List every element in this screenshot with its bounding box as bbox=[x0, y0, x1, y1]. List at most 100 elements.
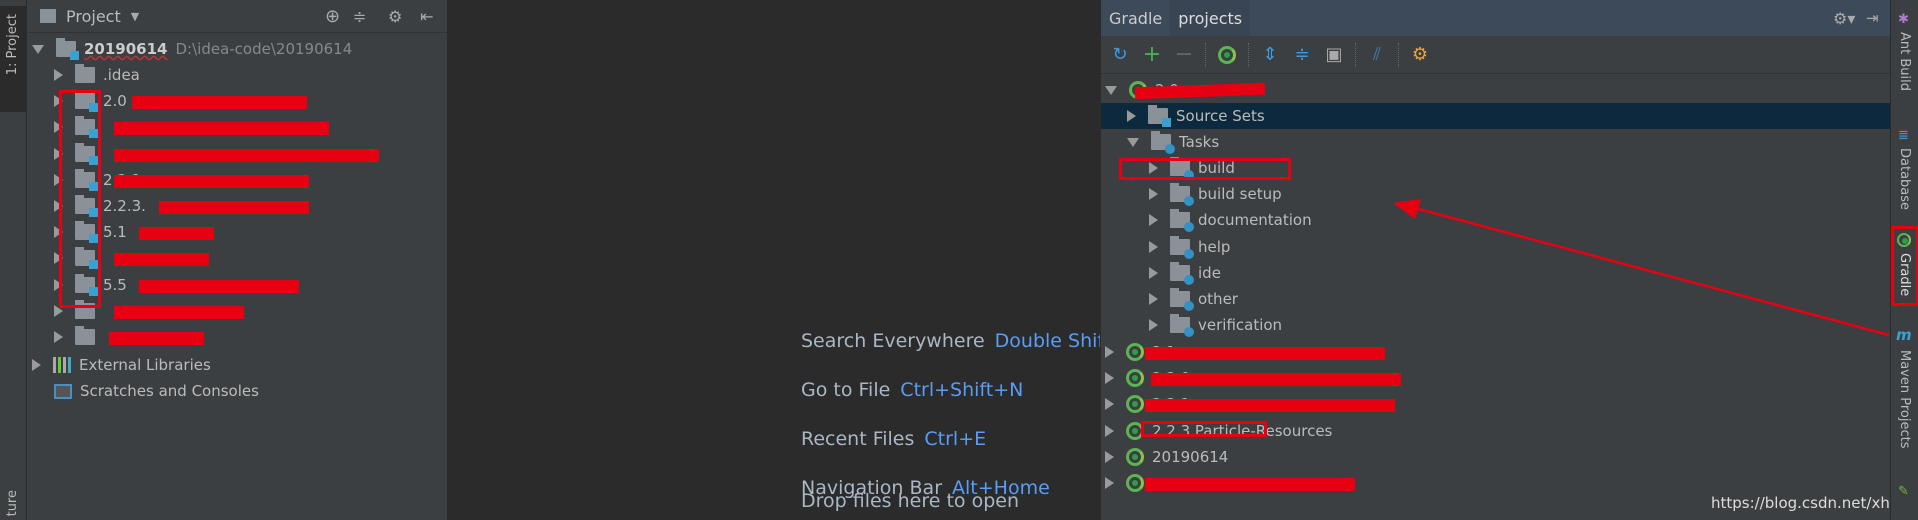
expand-arrow-icon[interactable] bbox=[1149, 240, 1158, 253]
tasks-item[interactable]: Tasks bbox=[1127, 129, 1219, 155]
database-icon: ≣ bbox=[1898, 128, 1909, 143]
execute-gradle-task-icon[interactable] bbox=[1216, 44, 1238, 66]
hint-key: Double Shift bbox=[994, 330, 1112, 352]
project-view-title[interactable]: Project bbox=[66, 7, 121, 26]
gradle-icon bbox=[1126, 447, 1144, 466]
hide-panel-icon[interactable]: ⇤ bbox=[420, 7, 433, 26]
expand-arrow-icon[interactable] bbox=[32, 359, 41, 371]
expand-arrow-icon[interactable] bbox=[1127, 137, 1139, 147]
tasks-folder-icon bbox=[1151, 131, 1175, 154]
task-group-build-setup[interactable]: build setup bbox=[1149, 181, 1282, 207]
item-label: 2.0 bbox=[103, 92, 127, 111]
item-label: 5.5 bbox=[103, 275, 127, 294]
collapse-all-icon[interactable]: ≑ bbox=[1291, 44, 1313, 66]
redaction-mark bbox=[114, 174, 309, 188]
expand-arrow-icon[interactable] bbox=[1105, 477, 1114, 489]
expand-arrow-icon[interactable] bbox=[1149, 319, 1158, 332]
redaction-box bbox=[1141, 420, 1267, 437]
expand-arrow-icon[interactable] bbox=[1127, 110, 1136, 122]
task-group-other[interactable]: other bbox=[1149, 286, 1238, 312]
expand-arrow-icon[interactable] bbox=[1105, 398, 1114, 411]
ant-icon: ✱ bbox=[1898, 12, 1909, 27]
expand-arrow-icon[interactable] bbox=[32, 44, 44, 54]
expand-arrow-icon[interactable] bbox=[1149, 266, 1158, 279]
gear-icon[interactable]: ⚙ bbox=[388, 7, 402, 26]
hint-key: Ctrl+E bbox=[924, 428, 987, 450]
tree-root[interactable]: 20190614 D:\idea-code\20190614 bbox=[32, 36, 352, 62]
task-group-label: help bbox=[1198, 237, 1231, 256]
collapse-all-icon[interactable]: ≑ bbox=[353, 7, 366, 26]
gradle-icon bbox=[1126, 343, 1144, 361]
root-name: 20190614 bbox=[84, 40, 168, 58]
redaction-mark bbox=[1145, 347, 1385, 360]
expand-arrow-icon[interactable] bbox=[1105, 450, 1114, 463]
redaction-mark bbox=[139, 279, 299, 293]
gear-icon[interactable]: ⚙▾ bbox=[1833, 9, 1855, 28]
maven-projects-tab[interactable]: Maven Projects bbox=[1897, 350, 1912, 449]
gradle-settings-icon[interactable]: ⚙ bbox=[1409, 44, 1431, 66]
watermark: https://blog.csdn.net/xhangs bbox=[1711, 494, 1918, 512]
redaction-mark bbox=[1145, 399, 1395, 413]
task-folder-icon bbox=[1170, 183, 1194, 207]
project-panel: Project ▼ ⊕ ≑ ⚙ ⇤ 20190614 D:\idea-code\… bbox=[28, 0, 447, 520]
tab-projects[interactable]: projects bbox=[1170, 0, 1251, 36]
project-view-icon bbox=[40, 9, 56, 23]
expand-arrow-icon[interactable] bbox=[1149, 188, 1158, 201]
source-sets-label: Source Sets bbox=[1176, 107, 1265, 125]
right-tool-stripe: ✱ Ant Build ≣ Database Gradle m Maven Pr… bbox=[1890, 0, 1918, 520]
task-folder-icon bbox=[1170, 288, 1194, 311]
expand-arrow-icon[interactable] bbox=[1149, 293, 1158, 305]
drop-files-hint: Drop files here to open bbox=[801, 490, 1020, 512]
expand-all-icon[interactable]: ⇕ bbox=[1259, 44, 1281, 66]
hide-panel-icon[interactable]: ⇥ bbox=[1866, 9, 1879, 27]
redaction-mark bbox=[132, 96, 307, 110]
gradle-tab[interactable]: Gradle bbox=[1891, 226, 1918, 306]
database-tab[interactable]: Database bbox=[1897, 148, 1912, 210]
expand-arrow-icon[interactable] bbox=[1105, 85, 1117, 95]
add-icon[interactable]: + bbox=[1141, 42, 1163, 67]
external-libraries-item[interactable]: External Libraries bbox=[32, 352, 211, 378]
project-tree-item[interactable]: .idea bbox=[54, 62, 140, 88]
chevron-down-icon[interactable]: ▼ bbox=[131, 10, 139, 23]
jrebel-icon: ✎ bbox=[1898, 484, 1909, 499]
gradle-icon bbox=[1126, 474, 1144, 492]
scratches-icon bbox=[54, 383, 72, 399]
hint-action: Go to File bbox=[801, 379, 891, 401]
expand-arrow-icon[interactable] bbox=[1105, 372, 1114, 385]
structure-tab-label[interactable]: ture bbox=[5, 490, 20, 516]
expand-arrow-icon[interactable] bbox=[1105, 424, 1114, 437]
task-folder-icon bbox=[1170, 209, 1194, 233]
task-group-documentation[interactable]: documentation bbox=[1149, 207, 1312, 233]
scratches-label: Scratches and Consoles bbox=[80, 382, 259, 400]
gradle-project[interactable]: 20190614 bbox=[1105, 444, 1228, 470]
task-folder-icon bbox=[1170, 314, 1194, 338]
expand-arrow-icon[interactable] bbox=[1149, 214, 1158, 227]
gradle-panel: Gradle projects ⚙▾ ⇥ ↻ + − ⇕ ≑ ▣ ⫽ ⚙ 2.0… bbox=[1100, 0, 1918, 520]
source-sets-item[interactable]: Source Sets bbox=[1127, 103, 1265, 129]
annotation-arrow bbox=[1393, 199, 1890, 337]
task-group-help[interactable]: help bbox=[1149, 234, 1230, 260]
remove-icon[interactable]: − bbox=[1173, 42, 1195, 67]
expand-arrow-icon[interactable] bbox=[54, 69, 63, 81]
expand-arrow-icon[interactable] bbox=[1105, 346, 1114, 358]
scratches-item[interactable]: Scratches and Consoles bbox=[54, 378, 259, 404]
refresh-icon[interactable]: ↻ bbox=[1109, 44, 1131, 66]
folder-icon bbox=[1148, 105, 1171, 127]
task-group-ide[interactable]: ide bbox=[1149, 260, 1221, 286]
ant-build-tab[interactable]: Ant Build bbox=[1897, 32, 1912, 91]
locate-icon[interactable]: ⊕ bbox=[325, 6, 340, 27]
library-icon bbox=[53, 357, 71, 373]
toggle-offline-icon[interactable]: ⫽ bbox=[1366, 44, 1388, 66]
project-tool-tab[interactable]: 1: Project bbox=[0, 6, 27, 112]
group-modules-icon[interactable]: ▣ bbox=[1323, 44, 1345, 66]
task-group-verification[interactable]: verification bbox=[1149, 312, 1282, 338]
hint-action: Search Everywhere bbox=[801, 330, 985, 352]
maven-icon: m bbox=[1896, 326, 1912, 344]
expand-arrow-icon[interactable] bbox=[54, 331, 63, 343]
module-folder-icon bbox=[56, 38, 79, 60]
project-name: 20190614 bbox=[1152, 447, 1229, 466]
project-tree-item[interactable] bbox=[54, 324, 103, 350]
left-tool-stripe: 1: Project ture bbox=[0, 0, 27, 520]
folder-icon bbox=[75, 64, 95, 83]
task-folder-icon bbox=[1170, 261, 1194, 285]
